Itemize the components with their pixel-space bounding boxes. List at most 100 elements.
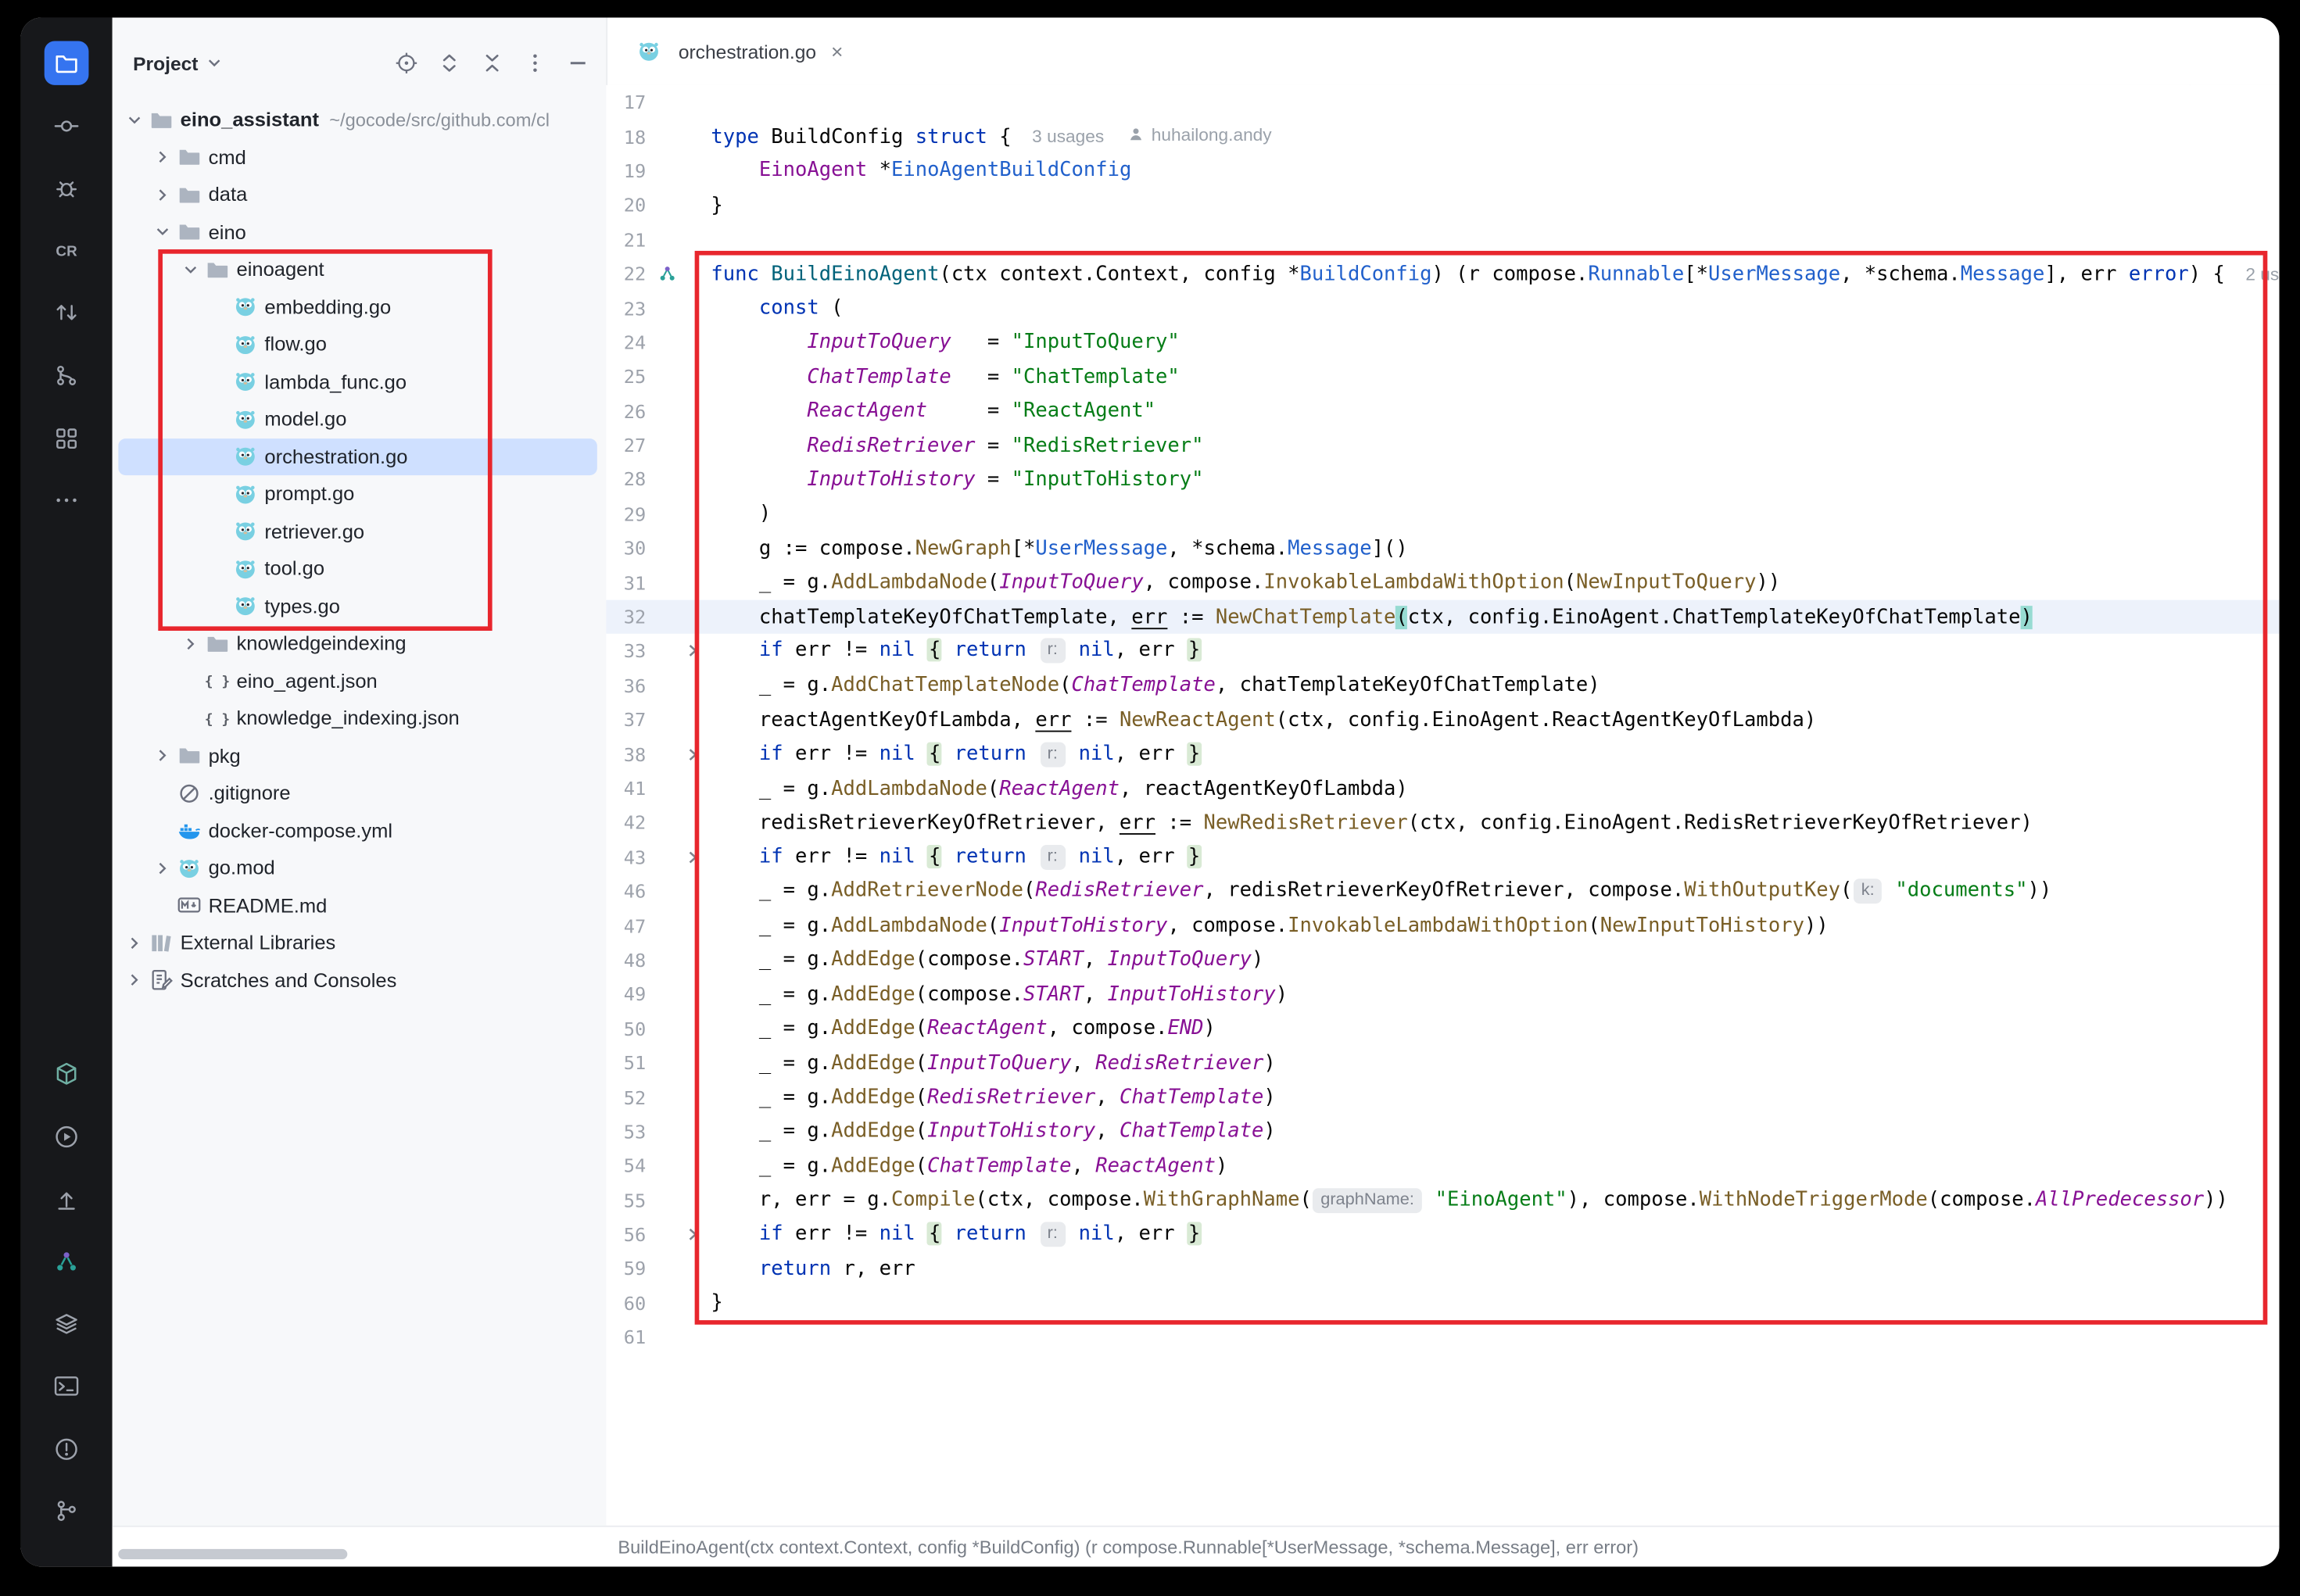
line-number[interactable]: 23 [606,297,646,319]
project-tool-icon[interactable] [45,41,89,85]
chevron-right-icon[interactable] [149,183,176,206]
line-number[interactable]: 37 [606,709,646,731]
line-number[interactable]: 29 [606,503,646,525]
fold-expand-icon[interactable] [684,746,700,763]
code-line-47[interactable]: 47 _ = g.AddLambdaNode(InputToHistory, c… [606,908,2279,943]
line-number[interactable]: 43 [606,846,646,868]
chevron-down-icon[interactable] [149,220,176,244]
line-number[interactable]: 26 [606,400,646,422]
code-line-28[interactable]: 28 InputToHistory = "InputToHistory" [606,463,2279,497]
tree-item-scratches-and-consoles[interactable]: Scratches and Consoles [118,961,597,999]
tree-item-readme-md[interactable]: README.md [118,887,597,925]
line-number[interactable]: 53 [606,1121,646,1143]
code-line-30[interactable]: 30 g := compose.NewGraph[*UserMessage, *… [606,531,2279,566]
close-tab-icon[interactable]: × [831,41,843,62]
run-tool-icon[interactable] [45,1115,89,1158]
line-number[interactable]: 50 [606,1018,646,1040]
line-number[interactable]: 21 [606,228,646,250]
code-review-tool-icon[interactable]: CR [45,228,89,272]
pull-requests-tool-icon[interactable] [45,291,89,335]
code-line-51[interactable]: 51 _ = g.AddEdge(InputToQuery, RedisRetr… [606,1046,2279,1080]
code-line-53[interactable]: 53 _ = g.AddEdge(InputToHistory, ChatTem… [606,1115,2279,1149]
tree-item-pkg[interactable]: pkg [118,737,597,775]
chevron-right-icon[interactable] [149,744,176,768]
code-line-27[interactable]: 27 RedisRetriever = "RedisRetriever" [606,428,2279,463]
code-line-43[interactable]: 43 if err != nil { return r: nil, err } [606,840,2279,875]
tree-item-types-go[interactable]: types.go [118,588,597,625]
chevron-right-icon[interactable] [121,931,148,954]
parameter-hint-inlay[interactable]: r: [1040,1222,1065,1247]
line-number[interactable]: 28 [606,469,646,491]
tree-item-go-mod[interactable]: go.mod [118,850,597,887]
code-line-54[interactable]: 54 _ = g.AddEdge(ChatTemplate, ReactAgen… [606,1149,2279,1183]
tree-item-orchestration-go[interactable]: orchestration.go [118,438,597,475]
code-line-59[interactable]: 59 return r, err [606,1251,2279,1286]
code-line-48[interactable]: 48 _ = g.AddEdge(compose.START, InputToQ… [606,943,2279,977]
debug-tool-icon[interactable] [45,166,89,209]
line-number[interactable]: 19 [606,160,646,182]
tree-item-prompt-go[interactable]: prompt.go [118,475,597,513]
code-line-46[interactable]: 46 _ = g.AddRetrieverNode(RedisRetriever… [606,875,2279,909]
tree-horizontal-scrollbar[interactable] [118,1549,347,1559]
code-line-29[interactable]: 29 ) [606,497,2279,531]
code-line-24[interactable]: 24 InputToQuery = "InputToQuery" [606,325,2279,360]
code-line-41[interactable]: 41 _ = g.AddLambdaNode(ReactAgent, react… [606,771,2279,806]
tree-item-external-libraries[interactable]: External Libraries [118,924,597,961]
line-number[interactable]: 52 [606,1086,646,1108]
line-number[interactable]: 41 [606,778,646,800]
chevron-down-icon[interactable] [121,108,148,131]
line-number[interactable]: 56 [606,1223,646,1245]
tree-item-embedding-go[interactable]: embedding.go [118,288,597,326]
chevron-right-icon[interactable] [177,632,204,655]
options-menu-icon[interactable] [521,50,548,77]
line-number[interactable]: 61 [606,1326,646,1348]
tree-item-gitignore[interactable]: .gitignore [118,775,597,812]
code-line-38[interactable]: 38 if err != nil { return r: nil, err } [606,737,2279,771]
line-number[interactable]: 24 [606,331,646,353]
tree-item-knowledgeindexing[interactable]: knowledgeindexing [118,625,597,663]
line-number[interactable]: 38 [606,743,646,765]
version-control-tool-icon[interactable] [45,1490,89,1533]
tree-item-model-go[interactable]: model.go [118,400,597,438]
code-line-21[interactable]: 21 [606,222,2279,256]
code-line-56[interactable]: 56 if err != nil { return r: nil, err } [606,1218,2279,1252]
editor[interactable]: 1718type BuildConfig struct {3 usageshuh… [606,85,2279,1526]
code-line-33[interactable]: 33 if err != nil { return r: nil, err } [606,634,2279,668]
usages-inlay[interactable]: 2 usages [2245,263,2279,284]
line-number[interactable]: 32 [606,606,646,628]
code-line-26[interactable]: 26 ReactAgent = "ReactAgent" [606,394,2279,428]
structure-tool-icon[interactable] [45,416,89,460]
tree-item-eino-agent-json[interactable]: { }eino_agent.json [118,662,597,700]
line-number[interactable]: 17 [606,91,646,113]
commit-tool-icon[interactable] [45,103,89,147]
chevron-down-icon[interactable] [177,258,204,281]
code-line-22[interactable]: 22func BuildEinoAgent(ctx context.Contex… [606,256,2279,291]
line-number[interactable]: 60 [606,1292,646,1314]
code-line-36[interactable]: 36 _ = g.AddChatTemplateNode(ChatTemplat… [606,668,2279,703]
eino-graph-tool-icon[interactable] [45,1240,89,1283]
parameter-hint-inlay[interactable]: r: [1040,742,1065,767]
line-number[interactable]: 20 [606,194,646,216]
expand-all-icon[interactable] [436,50,463,77]
collapse-all-icon[interactable] [479,50,506,77]
line-number[interactable]: 18 [606,126,646,148]
code-line-60[interactable]: 60} [606,1286,2279,1320]
line-number[interactable]: 31 [606,571,646,593]
tree-item-retriever-go[interactable]: retriever.go [118,513,597,550]
line-number[interactable]: 47 [606,914,646,936]
select-opened-file-icon[interactable] [393,50,420,77]
line-number[interactable]: 54 [606,1155,646,1177]
line-number[interactable]: 33 [606,640,646,662]
line-number[interactable]: 25 [606,366,646,388]
code-line-31[interactable]: 31 _ = g.AddLambdaNode(InputToQuery, com… [606,565,2279,599]
tree-item-cmd[interactable]: cmd [118,138,597,176]
code-line-25[interactable]: 25 ChatTemplate = "ChatTemplate" [606,360,2279,394]
line-number[interactable]: 22 [606,263,646,284]
parameter-hint-inlay[interactable]: r: [1040,639,1065,664]
code-line-19[interactable]: 19 EinoAgent *EinoAgentBuildConfig [606,154,2279,188]
code-line-52[interactable]: 52 _ = g.AddEdge(RedisRetriever, ChatTem… [606,1080,2279,1115]
tree-item-eino-assistant[interactable]: eino_assistant~/gocode/src/github.com/cl [118,101,597,138]
dependencies-tool-icon[interactable] [45,1052,89,1096]
terminal-tool-icon[interactable] [45,1365,89,1408]
code-line-49[interactable]: 49 _ = g.AddEdge(compose.START, InputToH… [606,977,2279,1011]
